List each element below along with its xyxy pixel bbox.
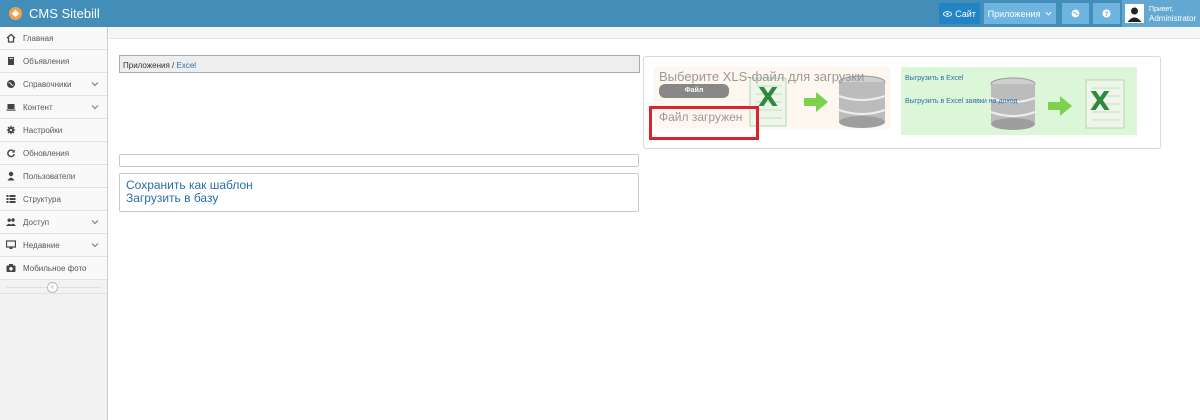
site-label: Сайт <box>955 8 976 19</box>
book-icon <box>8 57 14 65</box>
sidebar-item-label: Структура <box>23 194 61 204</box>
apps-label: Приложения <box>987 8 1041 19</box>
sidebar-item-label: Пользователи <box>23 171 76 181</box>
breadcrumb-current[interactable]: Excel <box>177 61 197 70</box>
svg-text:?: ? <box>1105 11 1109 18</box>
sidebar-item-label: Мобильное фото <box>23 263 87 273</box>
arrow-right-icon <box>804 92 828 112</box>
logo-icon <box>8 6 23 21</box>
export-excel-link[interactable]: Выгрузить в Excel <box>905 75 963 82</box>
chevron-down-icon <box>91 243 99 248</box>
home-icon <box>6 33 16 43</box>
sidebar-item-label: Контент <box>23 102 53 112</box>
sidebar-item-label: Недавние <box>23 240 60 250</box>
refresh-icon <box>7 149 15 158</box>
chevron-down-icon <box>91 220 99 225</box>
arrow-right-icon <box>1048 96 1072 116</box>
highlight-box <box>649 106 759 140</box>
sidebar-item-directories[interactable]: Справочники <box>0 73 107 96</box>
language-button[interactable] <box>1062 3 1089 24</box>
user-info: Привет, Administrator <box>1149 5 1196 23</box>
excel-icon: X <box>1085 79 1125 129</box>
sidebar-item-label: Объявления <box>23 56 70 66</box>
sidebar-item-updates[interactable]: Обновления <box>0 142 107 165</box>
empty-panel <box>119 154 639 167</box>
eye-icon <box>943 10 953 17</box>
username: Administrator <box>1149 13 1197 23</box>
content-header-strip <box>109 27 1200 39</box>
desktop-icon <box>6 240 16 249</box>
import-title: Выберите XLS-файл для загрузки <box>659 69 865 84</box>
globe-icon <box>7 80 15 88</box>
apps-dropdown[interactable]: Приложения <box>984 3 1056 24</box>
sidebar: Главная Объявления Справочники Контент Н… <box>0 27 108 420</box>
gear-icon <box>6 125 16 135</box>
user-icon <box>7 171 15 181</box>
export-requests-excel-link[interactable]: Выгрузить в Excel заявки на доход <box>905 98 1018 105</box>
help-button[interactable]: ? <box>1093 3 1120 24</box>
top-navbar: CMS Sitebill Сайт Приложения ? Привет, A… <box>0 0 1200 27</box>
sidebar-item-label: Доступ <box>23 217 50 227</box>
users-icon <box>6 218 16 226</box>
chevron-down-icon <box>91 82 99 87</box>
sidebar-item-structure[interactable]: Структура <box>0 188 107 211</box>
user-menu[interactable]: Привет, Administrator <box>1122 0 1200 27</box>
sidebar-item-recent[interactable]: Недавние <box>0 234 107 257</box>
list-icon <box>6 195 16 203</box>
sidebar-item-home[interactable]: Главная <box>0 27 107 50</box>
globe-icon <box>1071 9 1080 18</box>
svg-text:X: X <box>1090 87 1110 117</box>
site-button[interactable]: Сайт <box>939 3 980 24</box>
sidebar-item-label: Настройки <box>23 125 63 135</box>
breadcrumb-separator: / <box>172 61 175 70</box>
user-silhouette-icon <box>1126 5 1143 22</box>
svg-text:X: X <box>758 83 778 113</box>
sidebar-collapse-row: « <box>0 280 107 294</box>
sidebar-collapse-button[interactable]: « <box>47 282 58 293</box>
sidebar-item-label: Обновления <box>23 148 70 158</box>
question-icon: ? <box>1102 9 1111 18</box>
breadcrumb-root[interactable]: Приложения <box>123 61 170 70</box>
chevron-down-icon <box>91 105 99 110</box>
sidebar-item-ads[interactable]: Объявления <box>0 50 107 73</box>
camera-icon <box>6 264 16 272</box>
sidebar-item-settings[interactable]: Настройки <box>0 119 107 142</box>
sidebar-item-label: Справочники <box>23 79 72 89</box>
sidebar-item-access[interactable]: Доступ <box>0 211 107 234</box>
load-db-link[interactable]: Загрузить в базу <box>126 192 632 205</box>
actions-panel: Сохранить как шаблон Загрузить в базу <box>119 173 639 212</box>
brand[interactable]: CMS Sitebill <box>8 5 100 22</box>
app-title: CMS Sitebill <box>29 6 100 21</box>
sidebar-item-label: Главная <box>23 33 54 43</box>
breadcrumb: Приложения / Excel <box>119 55 640 73</box>
sidebar-item-mobile-photo[interactable]: Мобильное фото <box>0 257 107 280</box>
greeting: Привет, <box>1149 5 1174 13</box>
sidebar-item-users[interactable]: Пользователи <box>0 165 107 188</box>
avatar <box>1125 4 1144 23</box>
chevron-down-icon <box>1045 11 1052 16</box>
laptop-icon <box>6 104 16 111</box>
sidebar-item-content[interactable]: Контент <box>0 96 107 119</box>
file-button[interactable]: Файл <box>659 84 729 98</box>
